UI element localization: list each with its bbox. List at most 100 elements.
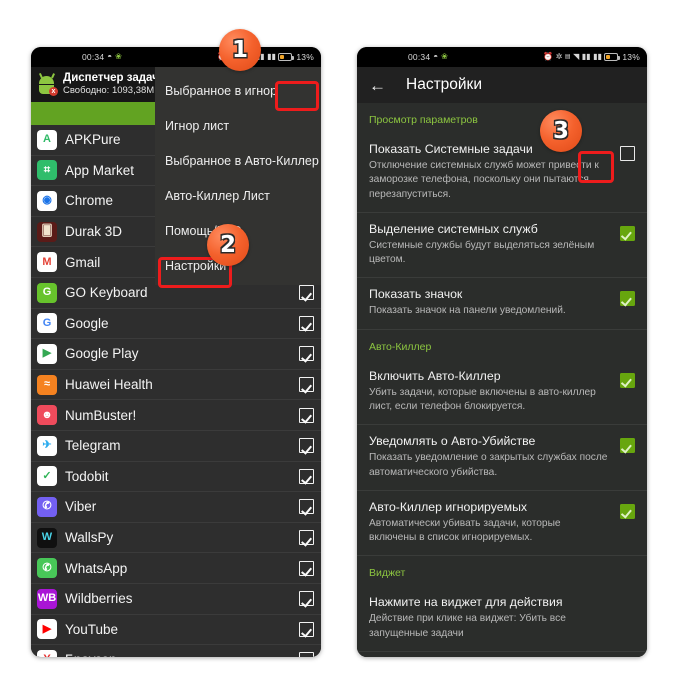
app-select-checkbox[interactable] (299, 621, 314, 637)
dnd-icon: ◓ (107, 52, 113, 61)
menu-item-3[interactable]: Выбранное в Авто-Киллер (155, 143, 321, 178)
status-bar-left-group-2: 00:34 ◓ ❀ (408, 52, 448, 62)
settings-list[interactable]: Просмотр параметров Показать Системные за… (357, 103, 647, 657)
app-row[interactable]: WB Wildberries (31, 583, 321, 615)
app-select-checkbox[interactable] (299, 499, 314, 515)
app-name: Google Play (65, 346, 139, 362)
app-select-checkbox[interactable] (299, 438, 314, 454)
app-row[interactable]: ✆ Viber (31, 492, 321, 523)
status-time-2: 00:34 (408, 52, 431, 62)
app-name: Gmail (65, 254, 101, 270)
menu-item-4[interactable]: Авто-Киллер Лист (155, 178, 321, 213)
settings-row-title: Выделение системных служб (369, 221, 538, 236)
settings-app-bar: ← Настройки (357, 67, 647, 103)
app-name: Telegram (65, 438, 121, 454)
app-row[interactable]: ▶ Google Play (31, 339, 321, 370)
settings-row-title: Нажмите на виджет для действия (369, 595, 563, 610)
status-bar-right: 00:34 ◓ ❀ ⏰ ✲ ▤ ◥ ▮▮ ▮▮ 13% (357, 47, 647, 67)
wifi-icon-2: ◥ (573, 52, 580, 61)
app-icon: 🂠 (37, 221, 57, 242)
arrow-left-icon[interactable]: ← (369, 77, 386, 94)
settings-row[interactable]: Нажмите на виджет для действия Действие п… (357, 586, 647, 652)
app-select-checkbox[interactable] (299, 346, 314, 362)
settings-checkbox-checked[interactable] (620, 225, 635, 241)
app-icon: M (37, 252, 57, 273)
app-select-checkbox[interactable] (299, 377, 314, 393)
app-icon: Y (37, 649, 57, 657)
app-name: Chrome (65, 193, 114, 209)
signal-2-icon-2: ▮▮ (593, 52, 602, 61)
status-time: 00:34 (82, 52, 105, 62)
settings-row-title: Показать значок (369, 287, 463, 302)
task-manager-screen: x Диспетчер задач Свободно: 1093,38MB ЗА… (31, 67, 321, 657)
status-bar-right-group-2: ⏰ ✲ ▤ ◥ ▮▮ ▮▮ 13% (543, 52, 640, 62)
app-row[interactable]: W WallsPy (31, 522, 321, 554)
app-name: WallsPy (65, 530, 114, 546)
app-select-checkbox[interactable] (299, 407, 314, 423)
settings-row[interactable]: Включить Авто-Киллер Убить задачи, которы… (357, 359, 647, 426)
settings-row-description: Отключение системных служб может привест… (369, 160, 599, 200)
app-name: Google (65, 315, 109, 331)
app-name: APKPure (65, 132, 121, 148)
menu-item-2[interactable]: Игнор лист (155, 108, 321, 143)
settings-row[interactable]: Показать Системные задачи Отключение сист… (357, 133, 647, 213)
android-robot-icon: x (37, 72, 58, 96)
free-memory-label: Свободно: 1093,38MB (63, 84, 161, 96)
app-row[interactable]: ✈ Telegram (31, 430, 321, 462)
app-icon: ▶ (37, 619, 57, 640)
settings-row[interactable]: Выделение системных служб Системные служб… (357, 212, 647, 279)
app-select-checkbox[interactable] (299, 315, 314, 331)
bluetooth-icon-2: ✲ (555, 52, 563, 61)
app-row[interactable]: Y Браузер (31, 645, 321, 657)
settings-row-title: Уведомлять о Авто-Убийстве (369, 434, 536, 449)
show-system-tasks-checkbox[interactable] (620, 146, 635, 161)
app-select-checkbox[interactable] (299, 285, 314, 301)
settings-row-texts: Показать значок Показать значок на панели… (369, 287, 620, 318)
app-row[interactable]: ≈ Huawei Health (31, 369, 321, 401)
settings-row[interactable]: Уведомлять о Авто-Убийстве Показать уведо… (357, 425, 647, 491)
app-icon: ⌗ (37, 160, 57, 181)
app-icon: ✆ (37, 496, 57, 517)
app-select-checkbox[interactable] (299, 530, 314, 546)
battery-icon (278, 53, 294, 61)
settings-row-description: Показать значок на панели уведомлений. (369, 305, 566, 317)
app-row[interactable]: ▶ YouTube (31, 614, 321, 646)
settings-checkbox-checked[interactable] (620, 291, 635, 307)
settings-section-header: Авто-Киллер (369, 340, 432, 353)
close-badge: x (49, 86, 58, 96)
app-row[interactable]: ✆ WhatsApp (31, 553, 321, 584)
settings-row-description: Убить задачи, которые включены в авто-ки… (369, 386, 596, 412)
settings-row[interactable]: Авто-Киллер игнорируемых Автоматически уб… (357, 490, 647, 557)
app-icon: ☻ (37, 405, 57, 426)
app-name: Viber (65, 499, 97, 515)
settings-checkbox-checked[interactable] (620, 372, 635, 388)
settings-row-texts: Уведомлять о Авто-Убийстве Показать уведо… (369, 434, 620, 480)
app-row[interactable]: ☻ NumBuster! (31, 400, 321, 431)
settings-checkbox-checked[interactable] (620, 503, 635, 519)
settings-checkbox-checked[interactable] (620, 438, 635, 454)
signal-2-icon: ▮▮ (267, 52, 276, 61)
settings-screen: ← Настройки Просмотр параметров Показать … (357, 67, 647, 657)
menu-item-1[interactable]: Выбранное в игнор (155, 73, 321, 108)
app-name: Todobit (65, 468, 109, 484)
settings-row-description: Действие при клике на виджет: Убить все … (369, 613, 566, 639)
app-row[interactable]: G Google (31, 308, 321, 340)
app-icon: ✈ (37, 435, 57, 456)
app-name: Wildberries (65, 591, 133, 607)
step-marker-3: 3 (540, 110, 582, 152)
app-select-checkbox[interactable] (299, 591, 314, 607)
settings-row[interactable]: Интервал обновления виджетаИнтервал обно… (357, 651, 647, 657)
battery-icon-2 (604, 53, 620, 61)
data-saver-icon-2: ▤ (564, 54, 571, 60)
app-select-checkbox[interactable] (299, 560, 314, 576)
dnd-icon-2: ◓ (433, 52, 439, 61)
signal-icon-2: ▮▮ (581, 52, 591, 61)
app-select-checkbox[interactable] (299, 468, 314, 484)
phone-screenshot-left: 00:34 ◓ ❀ ⏰ ✲ ▤ ◥ ▮▮ ▮▮ 13% x (31, 47, 321, 657)
settings-row[interactable]: Показать значок Показать значок на панели… (357, 278, 647, 330)
app-icon: ✓ (37, 466, 57, 487)
app-select-checkbox[interactable] (299, 652, 314, 657)
app-row[interactable]: ✓ Todobit (31, 461, 321, 493)
app-name: WhatsApp (65, 560, 128, 576)
alarm-icon-2: ⏰ (543, 52, 554, 61)
